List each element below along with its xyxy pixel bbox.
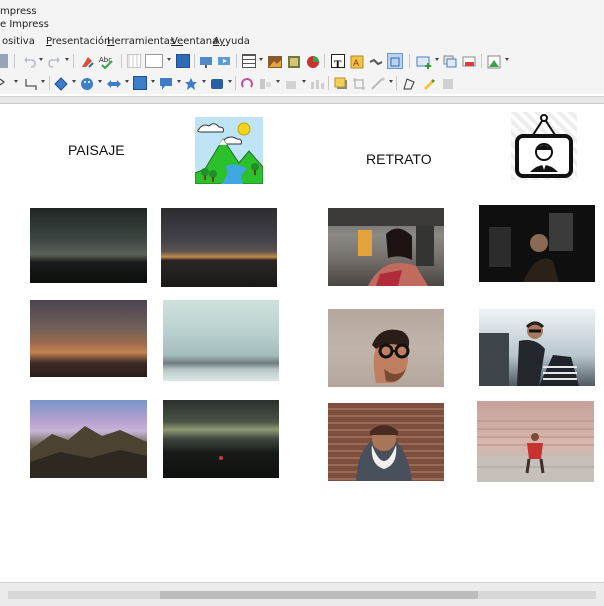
portrait-photo-3[interactable] [328, 309, 444, 387]
display-views-icon[interactable] [145, 54, 163, 68]
menu-diapositiva[interactable]: ositiva [2, 36, 35, 47]
retrato-label: RETRATO [366, 151, 432, 167]
callout-icon[interactable] [159, 76, 173, 90]
menu-bar: ositiva Presentación Herramientas Veenta… [0, 34, 604, 50]
star-icon[interactable] [184, 76, 198, 90]
start-current-icon[interactable] [217, 54, 231, 68]
clear-formatting-icon[interactable] [80, 54, 94, 68]
landscape-photo-6[interactable] [163, 400, 279, 478]
shadow-icon[interactable] [334, 76, 348, 90]
portrait-photo-1[interactable] [328, 208, 444, 286]
portrait-photo-6[interactable] [477, 401, 594, 482]
landscape-photo-5[interactable] [30, 400, 147, 478]
redo-icon[interactable] [48, 54, 62, 68]
glue-icon[interactable] [421, 76, 435, 90]
horizontal-scrollbar[interactable] [0, 582, 604, 606]
points-icon[interactable] [402, 76, 416, 90]
standard-toolbar: Abc T A [0, 50, 604, 72]
new-slide-icon[interactable] [416, 54, 431, 69]
menu-presentacion[interactable]: Presentación [46, 36, 110, 47]
slide-layout-icon[interactable] [487, 54, 501, 69]
toggle-extrusion-icon[interactable] [441, 76, 455, 90]
connector-icon[interactable] [24, 76, 38, 90]
landscape-pictogram[interactable] [195, 117, 263, 184]
3d-object-icon[interactable] [210, 76, 224, 90]
double-arrow-icon[interactable] [106, 76, 121, 90]
svg-text:A: A [353, 59, 360, 69]
distribute-icon[interactable] [310, 76, 324, 90]
menu-herramientas[interactable]: Herramientas [107, 36, 175, 47]
landscape-photo-4[interactable] [163, 300, 279, 381]
arrange-icon[interactable] [284, 76, 298, 90]
diamond-shape-icon[interactable] [54, 76, 68, 91]
drawing-toolbar [0, 72, 604, 94]
menu-ayuda[interactable]: Ayyuda [213, 36, 250, 47]
spellcheck-icon[interactable]: Abc [99, 54, 113, 70]
chart-icon[interactable] [306, 54, 320, 68]
align-icon[interactable] [258, 76, 272, 90]
rotate-icon[interactable] [240, 76, 254, 90]
menu-ventana[interactable]: Veentana [171, 36, 218, 47]
select-icon[interactable] [0, 76, 6, 90]
landscape-photo-3[interactable] [30, 300, 147, 377]
special-char-icon[interactable] [369, 54, 383, 68]
slide-icon[interactable] [176, 54, 190, 68]
fontwork-icon[interactable]: A [350, 54, 364, 69]
smiley-icon[interactable] [80, 76, 94, 90]
save-icon[interactable] [0, 54, 8, 68]
window-title-line1: mpress [0, 6, 37, 17]
textbox-icon[interactable]: T [331, 54, 345, 71]
undo-icon[interactable] [22, 54, 36, 68]
flowchart-icon[interactable] [133, 76, 147, 90]
portrait-pictogram[interactable] [511, 112, 577, 180]
image-icon[interactable] [268, 54, 282, 68]
paisaje-label: PAISAJE [68, 142, 125, 158]
scrollbar-thumb[interactable] [160, 591, 478, 599]
movie-icon[interactable] [287, 54, 301, 68]
landscape-photo-2[interactable] [161, 208, 277, 287]
window-title-line2: e Impress [0, 19, 49, 30]
slide-canvas[interactable]: PAISAJE RETRATO [0, 104, 604, 582]
grid-icon[interactable] [127, 54, 141, 68]
portrait-photo-4[interactable] [479, 309, 595, 386]
duplicate-slide-icon[interactable] [443, 54, 457, 68]
delete-slide-icon[interactable] [462, 54, 476, 68]
crop-icon[interactable] [352, 76, 366, 90]
hyperlink-icon[interactable] [387, 53, 403, 69]
table-icon[interactable] [242, 54, 256, 68]
ruler-strip [0, 96, 604, 104]
start-presentation-icon[interactable] [199, 54, 213, 68]
portrait-photo-5[interactable] [328, 403, 444, 481]
portrait-photo-2[interactable] [479, 205, 595, 282]
title-bar: mpress e Impress [0, 0, 604, 34]
svg-text:T: T [334, 60, 342, 70]
landscape-photo-1[interactable] [30, 208, 147, 283]
filter-icon[interactable] [370, 76, 385, 90]
